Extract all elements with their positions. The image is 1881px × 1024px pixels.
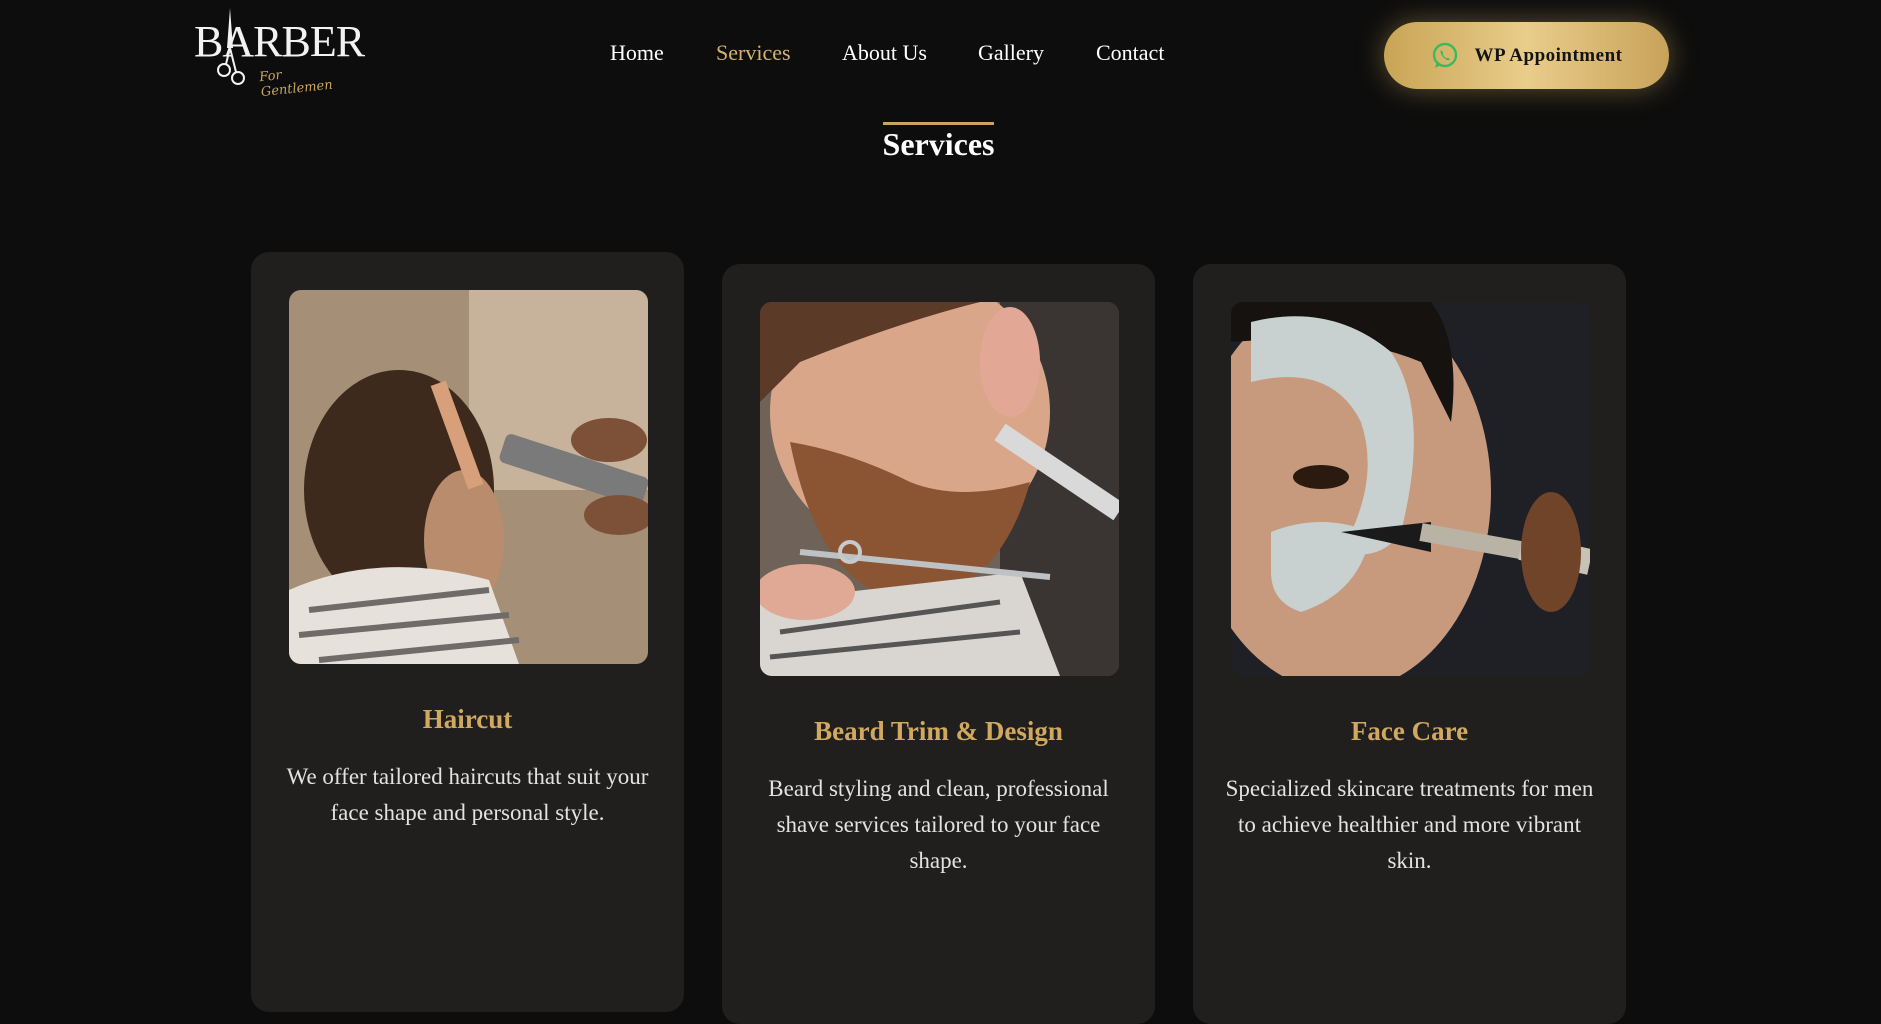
whatsapp-icon [1432, 42, 1457, 68]
service-card-beard-trim[interactable]: Beard Trim & Design Beard styling and cl… [722, 264, 1155, 1024]
face-care-photo [1231, 302, 1590, 676]
service-title: Face Care [1350, 716, 1469, 746]
haircut-photo [289, 290, 648, 664]
service-description: Beard styling and clean, professional sh… [768, 776, 1109, 873]
nav-about-us[interactable]: About Us [842, 40, 927, 66]
section-heading: Services [0, 122, 1877, 161]
wp-appointment-label: WP Appointment [1474, 44, 1623, 66]
brand-logo[interactable]: BARBER For Gentlemen [190, 6, 365, 100]
nav-home[interactable]: Home [610, 40, 664, 66]
section-title: Services [882, 122, 995, 161]
service-card-face-care[interactable]: Face Care Specialized skincare treatment… [1193, 264, 1626, 1024]
nav-contact[interactable]: Contact [1096, 40, 1164, 66]
logo-wordmark: BARBER [194, 17, 365, 66]
service-description: Specialized skincare treatments for men … [1225, 776, 1594, 873]
nav-gallery[interactable]: Gallery [978, 40, 1044, 66]
service-title: Beard Trim & Design [814, 716, 1063, 746]
wp-appointment-button[interactable]: WP Appointment [1384, 22, 1669, 89]
service-card-haircut[interactable]: Haircut We offer tailored haircuts that … [251, 252, 684, 1012]
logo-tagline: For Gentlemen [258, 67, 334, 101]
nav-services[interactable]: Services [716, 40, 791, 66]
service-description: We offer tailored haircuts that suit you… [286, 764, 649, 825]
beard-trim-photo [760, 302, 1119, 676]
service-title: Haircut [422, 704, 513, 734]
